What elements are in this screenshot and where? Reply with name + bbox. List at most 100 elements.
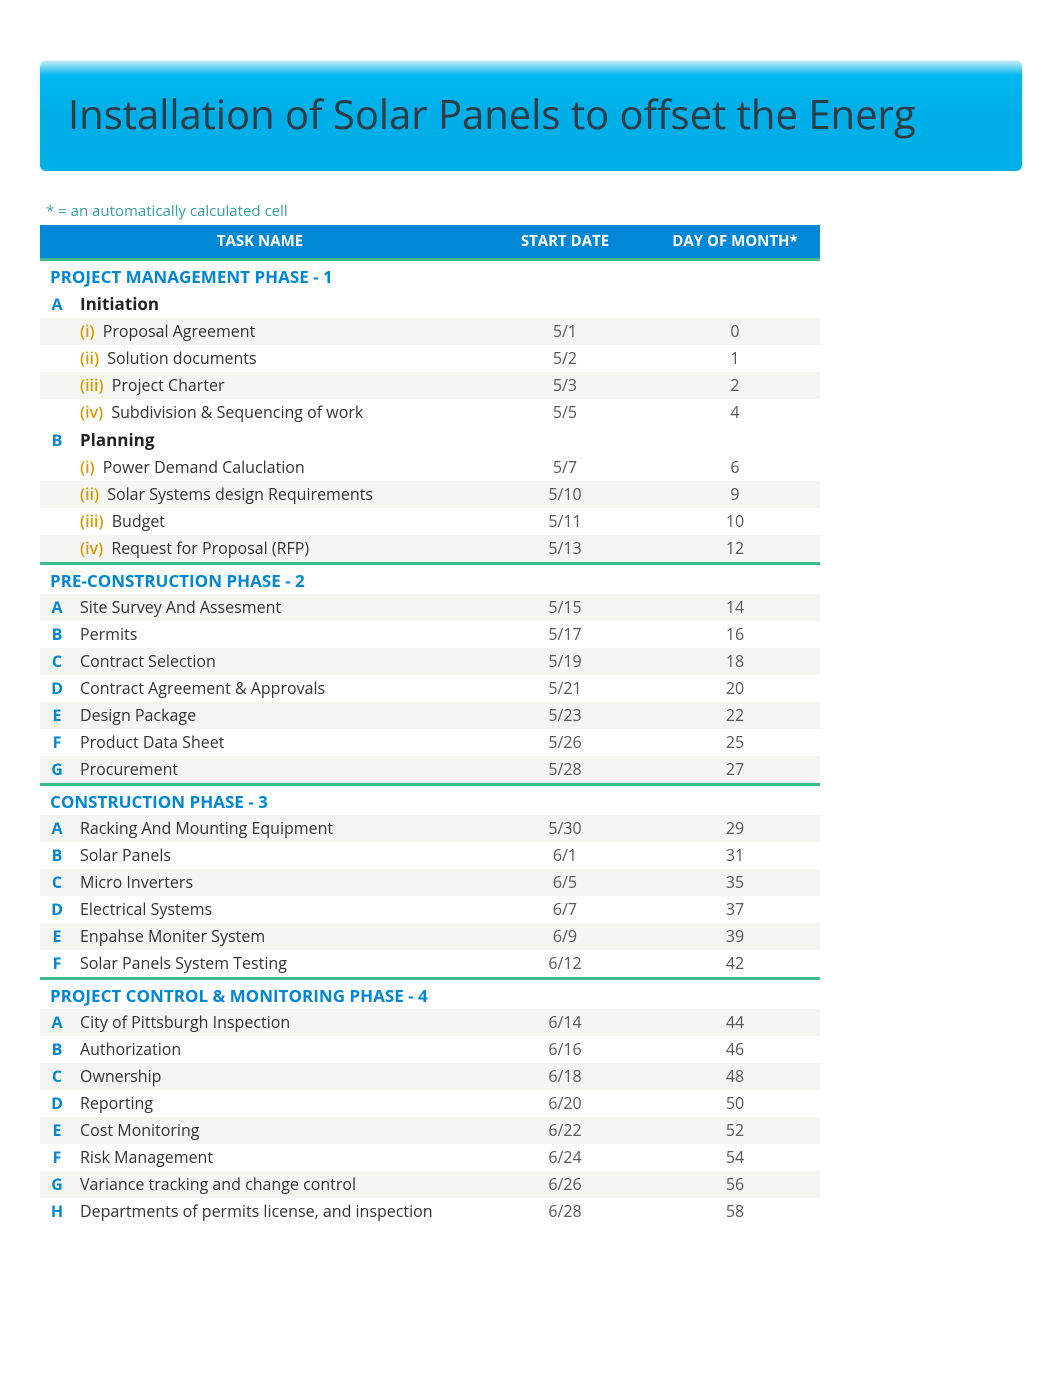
cell-day: 10: [650, 508, 820, 535]
row-marker: G: [40, 1171, 74, 1198]
cell-day: 22: [650, 702, 820, 729]
task-row: A Racking And Mounting Equipment 5/30 29: [40, 815, 820, 842]
cell-start: 5/30: [480, 815, 650, 842]
task-name: Product Data Sheet: [74, 729, 480, 756]
cell-start: 5/13: [480, 535, 650, 564]
task-name: (iii) Budget: [74, 508, 480, 535]
cell-day: 46: [650, 1036, 820, 1063]
calc-note: * = an automatically calculated cell: [46, 201, 1022, 221]
roman-label: (iv): [80, 401, 107, 423]
task-name: Contract Agreement & Approvals: [74, 675, 480, 702]
row-marker: D: [40, 1090, 74, 1117]
page-title: Installation of Solar Panels to offset t…: [68, 86, 994, 141]
task-row: A City of Pittsburgh Inspection 6/14 44: [40, 1009, 820, 1036]
task-row: F Risk Management 6/24 54: [40, 1144, 820, 1171]
cell-start: 6/18: [480, 1063, 650, 1090]
cell-start: 5/7: [480, 454, 650, 481]
cell-start: 6/12: [480, 950, 650, 979]
task-name: City of Pittsburgh Inspection: [74, 1009, 480, 1036]
task-name: (ii) Solar Systems design Requirements: [74, 481, 480, 508]
task-name: Reporting: [74, 1090, 480, 1117]
task-row: (ii) Solution documents 5/2 1: [40, 345, 820, 372]
cell-day: 18: [650, 648, 820, 675]
cell-day: 20: [650, 675, 820, 702]
cell-day: 1: [650, 345, 820, 372]
cell-day: [650, 426, 820, 454]
cell-start: 5/15: [480, 594, 650, 621]
roman-label: (ii): [80, 347, 103, 369]
row-marker: F: [40, 950, 74, 979]
cell-start: 6/20: [480, 1090, 650, 1117]
row-marker: C: [40, 869, 74, 896]
cell-day: [650, 290, 820, 318]
row-marker: [40, 399, 74, 426]
row-marker: C: [40, 648, 74, 675]
cell-day: 12: [650, 535, 820, 564]
cell-day: 14: [650, 594, 820, 621]
phase-header: PROJECT CONTROL & MONITORING PHASE - 4: [40, 979, 820, 1010]
cell-day: 37: [650, 896, 820, 923]
task-name: (ii) Solution documents: [74, 345, 480, 372]
row-marker: A: [40, 815, 74, 842]
phase-header: PROJECT MANAGEMENT PHASE - 1: [40, 260, 820, 291]
task-name: Micro Inverters: [74, 869, 480, 896]
task-name: Permits: [74, 621, 480, 648]
cell-day: 39: [650, 923, 820, 950]
cell-day: 56: [650, 1171, 820, 1198]
cell-start: 5/28: [480, 756, 650, 785]
cell-day: 42: [650, 950, 820, 979]
cell-start: 6/28: [480, 1198, 650, 1225]
task-row: B Permits 5/17 16: [40, 621, 820, 648]
task-row: D Electrical Systems 6/7 37: [40, 896, 820, 923]
row-marker: [40, 454, 74, 481]
table-header: TASK NAME START DATE DAY OF MONTH*: [40, 225, 820, 260]
task-row: D Contract Agreement & Approvals 5/21 20: [40, 675, 820, 702]
task-name: Site Survey And Assesment: [74, 594, 480, 621]
row-marker: E: [40, 1117, 74, 1144]
cell-start: 5/23: [480, 702, 650, 729]
task-row: E Cost Monitoring 6/22 52: [40, 1117, 820, 1144]
task-row: D Reporting 6/20 50: [40, 1090, 820, 1117]
cell-day: 2: [650, 372, 820, 399]
cell-start: 5/2: [480, 345, 650, 372]
row-marker: A: [40, 1009, 74, 1036]
cell-day: 50: [650, 1090, 820, 1117]
roman-label: (i): [80, 320, 99, 342]
task-name: Contract Selection: [74, 648, 480, 675]
row-marker: D: [40, 896, 74, 923]
task-name: (iv) Subdivision & Sequencing of work: [74, 399, 480, 426]
cell-day: 4: [650, 399, 820, 426]
cell-day: 9: [650, 481, 820, 508]
cell-start: [480, 426, 650, 454]
cell-start: 6/14: [480, 1009, 650, 1036]
task-row: (i) Power Demand Caluclation 5/7 6: [40, 454, 820, 481]
cell-start: 6/22: [480, 1117, 650, 1144]
cell-day: 16: [650, 621, 820, 648]
cell-start: 6/7: [480, 896, 650, 923]
task-name: (iii) Project Charter: [74, 372, 480, 399]
task-name: Cost Monitoring: [74, 1117, 480, 1144]
task-name: Authorization: [74, 1036, 480, 1063]
row-marker: A: [40, 594, 74, 621]
cell-day: 35: [650, 869, 820, 896]
phase-title: PRE-CONSTRUCTION PHASE - 2: [40, 564, 820, 595]
cell-day: 0: [650, 318, 820, 345]
group-marker: B: [40, 426, 74, 454]
row-marker: B: [40, 842, 74, 869]
row-marker: C: [40, 1063, 74, 1090]
row-marker: F: [40, 729, 74, 756]
task-row: (iii) Budget 5/11 10: [40, 508, 820, 535]
cell-start: 5/17: [480, 621, 650, 648]
task-row: (iii) Project Charter 5/3 2: [40, 372, 820, 399]
task-row: (iv) Request for Proposal (RFP) 5/13 12: [40, 535, 820, 564]
task-row: (i) Proposal Agreement 5/1 0: [40, 318, 820, 345]
phase-header: CONSTRUCTION PHASE - 3: [40, 785, 820, 816]
col-start-date: START DATE: [480, 225, 650, 260]
cell-start: 5/1: [480, 318, 650, 345]
row-marker: D: [40, 675, 74, 702]
cell-start: 6/9: [480, 923, 650, 950]
cell-day: 29: [650, 815, 820, 842]
task-row: E Design Package 5/23 22: [40, 702, 820, 729]
row-marker: G: [40, 756, 74, 785]
task-row: E Enpahse Moniter System 6/9 39: [40, 923, 820, 950]
